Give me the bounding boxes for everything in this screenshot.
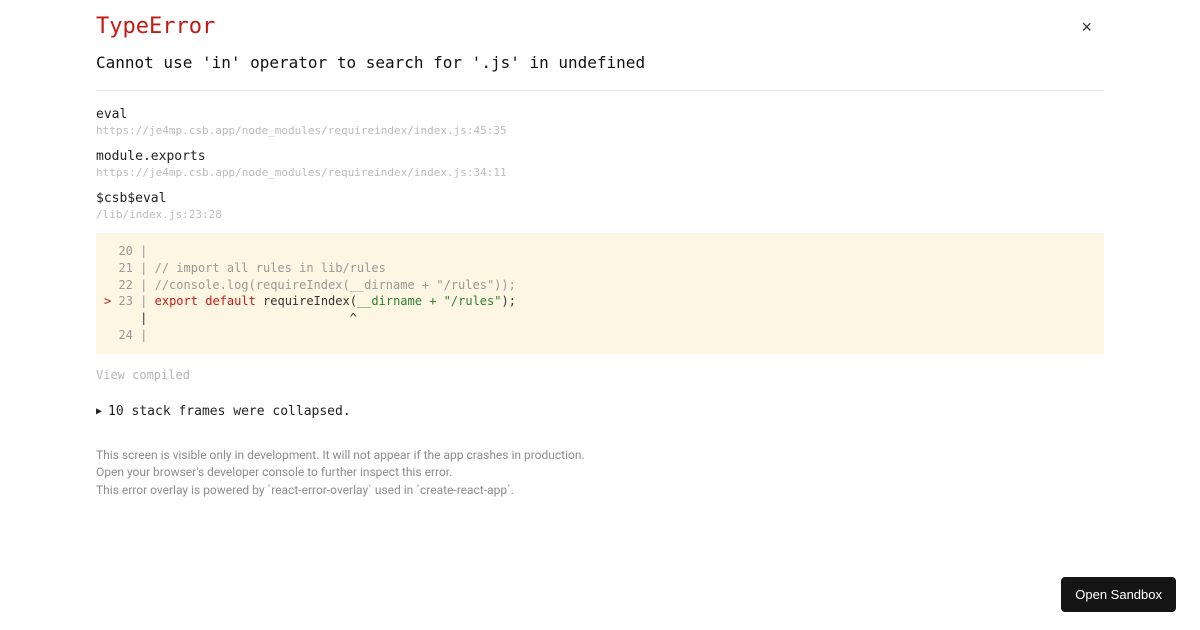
code-var: __dirname bbox=[357, 294, 422, 308]
code-comment: //console.log(requireIndex(__dirname + "… bbox=[155, 278, 516, 292]
code-comment: // import all rules in lib/rules bbox=[155, 261, 386, 275]
frame-location: /lib/index.js:23:28 bbox=[96, 208, 1104, 221]
line-number: 22 bbox=[104, 278, 133, 292]
view-compiled-link[interactable]: View compiled bbox=[96, 368, 190, 382]
frame-location: https://je4mp.csb.app/node_modules/requi… bbox=[96, 124, 1104, 137]
divider bbox=[96, 90, 1104, 91]
error-line-marker: > bbox=[104, 294, 111, 308]
collapsed-frames-label: 10 stack frames were collapsed. bbox=[108, 404, 351, 419]
stack-frame: $csb$eval /lib/index.js:23:28 bbox=[96, 191, 1104, 221]
frame-fn-name: module.exports bbox=[96, 149, 1104, 164]
code-text: ); bbox=[501, 294, 515, 308]
stack-frame: eval https://je4mp.csb.app/node_modules/… bbox=[96, 107, 1104, 137]
error-type: TypeError bbox=[96, 14, 215, 39]
error-message: Cannot use 'in' operator to search for '… bbox=[96, 53, 1104, 72]
line-number: 20 bbox=[104, 244, 133, 258]
frame-fn-name: $csb$eval bbox=[96, 191, 1104, 206]
triangle-right-icon: ▶ bbox=[96, 406, 102, 417]
footer-line: Open your browser's developer console to… bbox=[96, 464, 1104, 481]
keyword: export bbox=[155, 294, 198, 308]
frame-location: https://je4mp.csb.app/node_modules/requi… bbox=[96, 166, 1104, 179]
header-row: TypeError bbox=[96, 14, 1104, 53]
error-caret: | ^ bbox=[104, 310, 1096, 327]
open-sandbox-button[interactable]: Open Sandbox bbox=[1061, 577, 1176, 612]
collapsed-frames-toggle[interactable]: ▶ 10 stack frames were collapsed. bbox=[96, 404, 1104, 419]
line-number: 23 bbox=[118, 294, 132, 308]
close-icon[interactable]: × bbox=[1081, 18, 1092, 36]
code-op: + bbox=[422, 294, 444, 308]
keyword: default bbox=[205, 294, 256, 308]
stack-frame: module.exports https://je4mp.csb.app/nod… bbox=[96, 149, 1104, 179]
footer-notes: This screen is visible only in developme… bbox=[96, 447, 1104, 499]
footer-line: This error overlay is powered by `react-… bbox=[96, 482, 1104, 499]
frame-fn-name: eval bbox=[96, 107, 1104, 122]
error-overlay: TypeError × Cannot use 'in' operator to … bbox=[0, 0, 1200, 499]
line-number: 24 bbox=[104, 328, 133, 342]
code-snippet: 20 | 21 | // import all rules in lib/rul… bbox=[96, 233, 1104, 354]
code-string: "/rules" bbox=[444, 294, 502, 308]
line-number: 21 bbox=[104, 261, 133, 275]
code-text: requireIndex( bbox=[256, 294, 357, 308]
footer-line: This screen is visible only in developme… bbox=[96, 447, 1104, 464]
